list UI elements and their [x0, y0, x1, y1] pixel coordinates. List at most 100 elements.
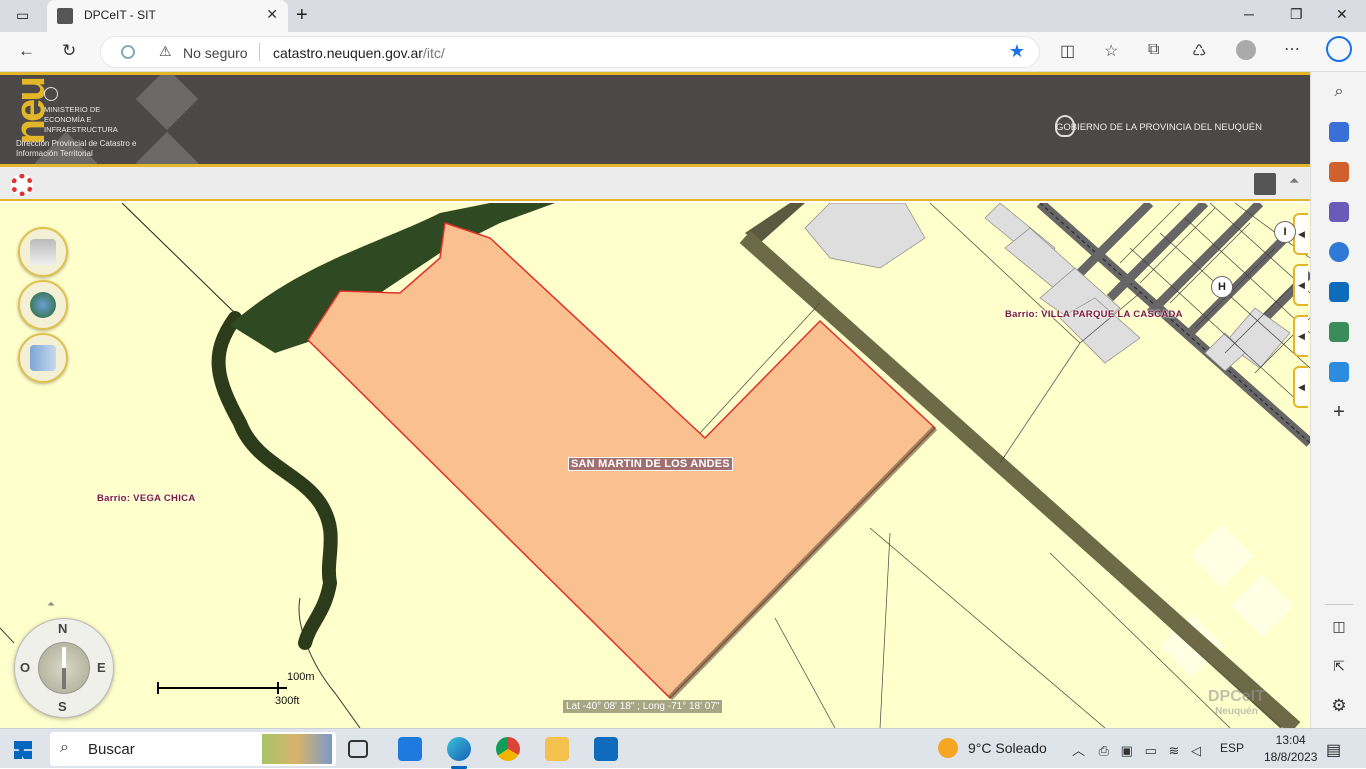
parcel-label: SAN MARTIN DE LOS ANDES	[568, 457, 733, 471]
barrio-label-east: Barrio: VILLA PARQUE LA CASCADA	[1005, 309, 1183, 320]
tab-actions-icon[interactable]: ▭	[16, 7, 29, 24]
tray-overflow-icon[interactable]: ︿	[1072, 743, 1085, 758]
sidebar-send-icon[interactable]	[1329, 362, 1349, 382]
minimize-button[interactable]: ─	[1244, 6, 1254, 22]
sun-icon	[938, 738, 958, 758]
browser-tab-bar: ▭ DPCeIT - SIT ✕ + ─ ❐ ✕	[0, 0, 1366, 32]
url-separator	[259, 43, 260, 61]
camera-icon[interactable]: ⎙	[1099, 743, 1109, 758]
sidebar-designer-icon[interactable]	[1329, 322, 1349, 342]
taskbar-search[interactable]: ⌕ Buscar	[50, 732, 336, 766]
map-viewport[interactable]: ◀ ◀ ◀ ◀ I H Barrio: VILLA PARQUE LA CASC…	[0, 203, 1310, 728]
help-lifebuoy-icon[interactable]	[11, 174, 33, 196]
meet-now-icon[interactable]: ▣	[1121, 743, 1133, 758]
volume-icon[interactable]: ◁	[1191, 743, 1201, 758]
browser-sidebar: ⌕ + ◫ ⇱ ⚙	[1310, 72, 1366, 728]
search-highlight-image	[262, 734, 332, 764]
close-tab-icon[interactable]: ✕	[266, 6, 278, 23]
new-tab-button[interactable]: +	[296, 4, 308, 27]
notifications-icon[interactable]: ▤	[1326, 740, 1341, 760]
sidebar-panel-icon[interactable]: ◫	[1329, 616, 1349, 636]
task-view-icon[interactable]	[348, 740, 368, 758]
sidebar-settings-icon[interactable]: ⚙	[1329, 696, 1349, 716]
profile-avatar[interactable]	[1236, 40, 1256, 60]
system-clock[interactable]: 13:04 18/8/2023	[1264, 732, 1317, 766]
url-field[interactable]: ⚠ No seguro catastro.neuquen.gov.ar/itc/…	[100, 36, 1040, 68]
boundary-line	[121, 203, 241, 319]
security-label[interactable]: No seguro	[183, 45, 248, 61]
map-watermark-diamonds	[1160, 523, 1294, 678]
poi-marker-i[interactable]: I	[1274, 221, 1296, 243]
coordinates-readout: Lat -40° 08' 18" ; Long -71° 18' 07"	[563, 700, 723, 713]
compass-north[interactable]: N	[58, 621, 67, 636]
compass-needle-icon	[62, 647, 66, 689]
sidebar-tools-icon[interactable]	[1329, 162, 1349, 182]
watermark-subtitle: Neuquén	[1215, 706, 1258, 717]
tab-title: DPCeIT - SIT	[84, 8, 156, 22]
side-panel-tab-3[interactable]: ◀	[1293, 315, 1308, 357]
scale-line	[157, 687, 287, 689]
direction-name: Dirección Provincial de Catastro e Infor…	[16, 139, 137, 158]
scale-metric-label: 100m	[287, 671, 315, 683]
ministry-name: Ministerio de Economía e Infraestructura	[44, 105, 118, 134]
basemap-globe-button[interactable]	[18, 280, 68, 330]
sidebar-search-icon[interactable]: ⌕	[1329, 82, 1349, 102]
government-name: GOBIERNO DE LA PROVINCIA DEL NEUQUÉN	[1055, 122, 1262, 133]
sidebar-outlook-icon[interactable]	[1329, 282, 1349, 302]
system-tray[interactable]: ︿ ⎙ ▣ ▭ ≋ ◁	[1072, 740, 1201, 759]
split-screen-icon[interactable]: ◫	[1060, 41, 1075, 61]
language-indicator[interactable]: ESP	[1220, 741, 1244, 755]
more-menu-icon[interactable]: ⋯	[1284, 39, 1300, 59]
compass-west[interactable]: O	[20, 660, 30, 675]
logout-door-icon[interactable]	[1254, 173, 1276, 195]
scale-tick	[157, 682, 159, 694]
wifi-icon[interactable]: ≋	[1169, 743, 1180, 758]
dpceit-watermark: DPCeIT Neuquén	[1208, 689, 1265, 718]
header-diamond	[135, 75, 199, 131]
bing-chat-icon[interactable]	[1326, 36, 1352, 62]
window-close-button[interactable]: ✕	[1336, 6, 1348, 23]
side-panel-tab-2[interactable]: ◀	[1293, 264, 1308, 306]
weather-text: 9°C Soleado	[968, 740, 1047, 756]
start-windows-icon[interactable]	[14, 741, 32, 759]
file-explorer-icon[interactable]	[545, 737, 569, 761]
compass-east[interactable]: E	[97, 660, 106, 675]
sidebar-microsoft365-icon[interactable]	[1329, 242, 1349, 262]
site-info-icon[interactable]	[121, 45, 135, 59]
mail-icon[interactable]	[594, 737, 618, 761]
edge-icon[interactable]	[447, 737, 471, 769]
collapse-header-icon[interactable]: ⏶	[1289, 173, 1299, 189]
site-header: neu Ministerio de Economía e Infraestruc…	[0, 72, 1310, 167]
sidebar-games-icon[interactable]	[1329, 202, 1349, 222]
warning-icon: ⚠	[159, 43, 172, 59]
store-icon[interactable]	[398, 737, 422, 761]
compass-collapse-icon[interactable]: ⏶	[47, 599, 55, 610]
extensions-icon[interactable]: ♺	[1192, 41, 1206, 61]
refresh-icon[interactable]: ↻	[62, 41, 76, 61]
buildings-button[interactable]	[18, 333, 68, 383]
favorites-icon[interactable]: ☆	[1104, 41, 1118, 61]
barrio-label-west: Barrio: VEGA CHICA	[97, 493, 196, 504]
url-text[interactable]: catastro.neuquen.gov.ar/itc/	[273, 45, 445, 61]
back-arrow-icon[interactable]: ←	[18, 41, 35, 61]
sidebar-shopping-icon[interactable]	[1329, 122, 1349, 142]
battery-icon[interactable]: ▭	[1145, 743, 1157, 758]
collections-icon[interactable]: ⧉	[1148, 41, 1159, 59]
compass-south[interactable]: S	[58, 699, 67, 714]
scale-imperial-label: 300ft	[275, 695, 300, 707]
search-placeholder: Buscar	[88, 741, 135, 758]
favorite-star-icon[interactable]: ★	[1009, 41, 1025, 62]
boundary-line	[298, 597, 361, 728]
poi-marker-h[interactable]: H	[1211, 276, 1233, 298]
layers-document-button[interactable]	[18, 227, 68, 277]
river-vegetation	[211, 311, 338, 650]
compass-rose[interactable]: N S E O	[14, 618, 114, 718]
ministry-seal-icon	[44, 87, 58, 101]
maximize-button[interactable]: ❐	[1290, 6, 1303, 23]
chrome-icon[interactable]	[496, 737, 520, 761]
side-panel-tab-4[interactable]: ◀	[1293, 366, 1308, 408]
tab-active[interactable]: DPCeIT - SIT ✕	[47, 0, 288, 32]
sidebar-external-icon[interactable]: ⇱	[1329, 656, 1349, 676]
sidebar-add-icon[interactable]: +	[1329, 402, 1349, 422]
clock-time: 13:04	[1275, 733, 1306, 747]
